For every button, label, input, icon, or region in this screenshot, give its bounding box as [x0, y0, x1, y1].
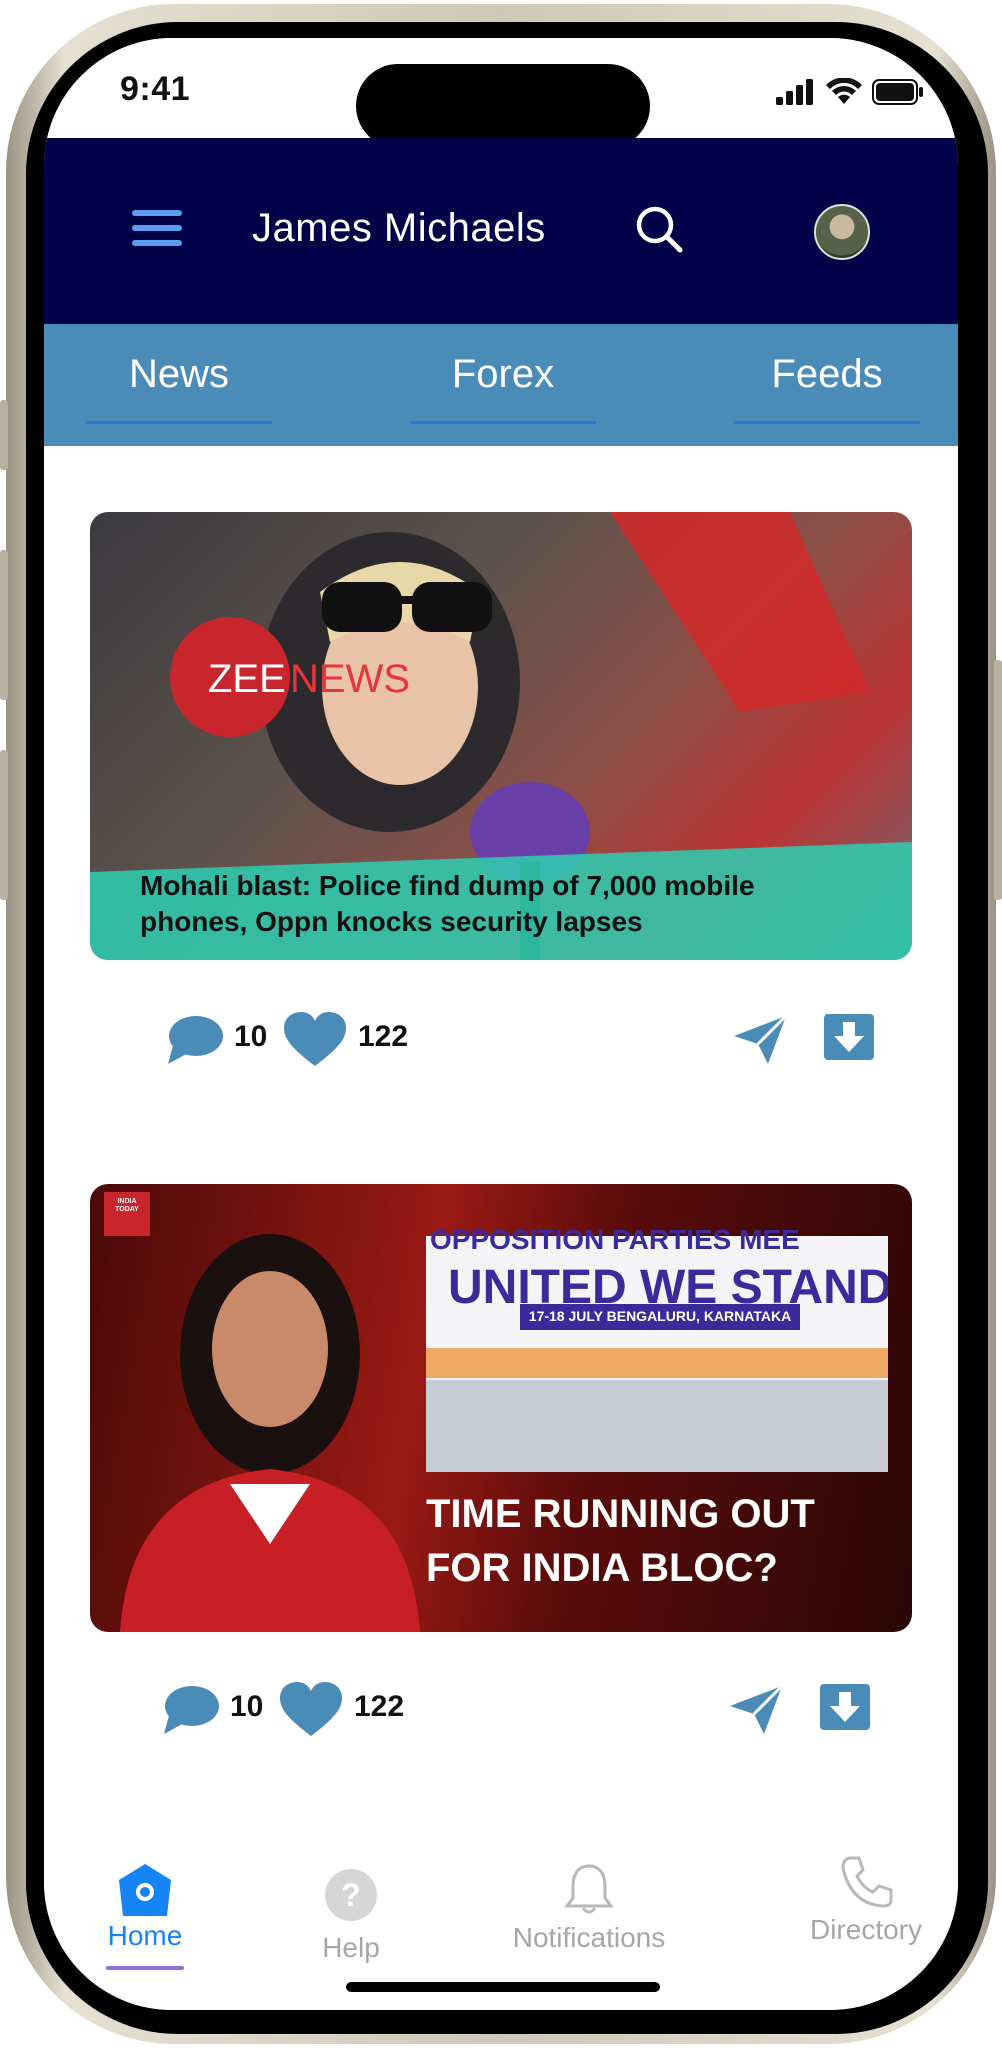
- nav-notifications[interactable]: Notifications: [494, 1862, 684, 1954]
- comment-count: 10: [234, 1020, 268, 1053]
- tab-label: Forex: [451, 352, 555, 396]
- tab-underline: [410, 421, 596, 424]
- dynamic-island: [356, 64, 650, 148]
- header-title: James Michaels: [252, 206, 546, 250]
- tab-news[interactable]: News: [86, 324, 272, 446]
- like-count: 122: [358, 1020, 409, 1053]
- post-actions: 10 122: [44, 1674, 958, 1744]
- nav-label: Home: [107, 1920, 183, 1951]
- news-card-image[interactable]: INDIA TODAY OPPOSITION PARTIES MEE UNITE…: [90, 1184, 912, 1632]
- source-logo: INDIA TODAY: [115, 1198, 139, 1213]
- zee-logo-news-text: NEWS: [290, 657, 410, 701]
- avatar[interactable]: [814, 204, 870, 260]
- news-headline: Mohali blast: Police find dump of 7,000 …: [140, 870, 755, 937]
- home-indicator: [346, 1982, 660, 1992]
- download-icon[interactable]: [820, 1684, 870, 1732]
- like-count: 122: [354, 1690, 405, 1723]
- hamburger-menu-icon[interactable]: [132, 210, 182, 246]
- side-button: [0, 550, 8, 700]
- tab-bar: News Forex Feeds: [44, 324, 958, 446]
- tab-label: News: [128, 352, 230, 396]
- send-icon[interactable]: [732, 1014, 788, 1066]
- side-button: [994, 660, 1002, 900]
- news-card-image[interactable]: ZEE NEWS Mohali blast: Police find dump …: [90, 512, 912, 960]
- comment-icon[interactable]: [160, 1682, 220, 1736]
- home-icon: [119, 1864, 171, 1916]
- zee-logo-text: ZEE: [208, 657, 286, 701]
- nav-label: Notifications: [512, 1922, 666, 1953]
- nav-directory[interactable]: Directory: [796, 1854, 936, 1946]
- download-icon[interactable]: [824, 1014, 874, 1062]
- side-button: [0, 400, 8, 470]
- search-icon[interactable]: [634, 204, 684, 254]
- signal-icon: [776, 79, 813, 105]
- nav-label: Help: [322, 1932, 380, 1963]
- heart-icon[interactable]: [280, 1682, 342, 1738]
- tab-label: Feeds: [771, 352, 883, 396]
- status-icons: [776, 78, 924, 106]
- banner-line: 17-18 JULY BENGALURU, KARNATAKA: [528, 1308, 792, 1324]
- bell-icon: [565, 1864, 613, 1914]
- status-bar: 9:41: [44, 38, 958, 148]
- nav-help[interactable]: ? Help: [296, 1868, 406, 1964]
- nav-label: Directory: [809, 1914, 922, 1945]
- screen: 9:41 James Michaels News Forex Feeds ZEE…: [44, 38, 958, 2010]
- side-button: [0, 750, 8, 900]
- tab-forex[interactable]: Forex: [410, 324, 596, 446]
- heart-icon[interactable]: [284, 1012, 346, 1068]
- send-icon[interactable]: [728, 1684, 784, 1736]
- banner-line: UNITED WE STAND: [448, 1261, 888, 1314]
- wifi-icon: [826, 78, 862, 104]
- active-indicator: [106, 1966, 184, 1970]
- post-actions: 10 122: [44, 1004, 958, 1074]
- comment-count: 10: [230, 1690, 264, 1723]
- video-headline: FOR INDIA BLOC?: [426, 1546, 778, 1590]
- svg-text:?: ?: [341, 1877, 361, 1913]
- status-time: 9:41: [120, 70, 191, 108]
- tab-underline: [86, 421, 272, 424]
- banner-line: OPPOSITION PARTIES MEE: [430, 1224, 800, 1255]
- tab-feeds[interactable]: Feeds: [734, 324, 920, 446]
- nav-home[interactable]: Home: [90, 1864, 200, 1970]
- video-headline: TIME RUNNING OUT: [426, 1492, 815, 1536]
- app-header: James Michaels: [44, 138, 958, 324]
- comment-icon[interactable]: [164, 1012, 224, 1066]
- tab-underline: [734, 421, 920, 424]
- battery-icon: [872, 79, 923, 105]
- phone-icon: [841, 1856, 893, 1908]
- help-icon: ?: [325, 1869, 377, 1921]
